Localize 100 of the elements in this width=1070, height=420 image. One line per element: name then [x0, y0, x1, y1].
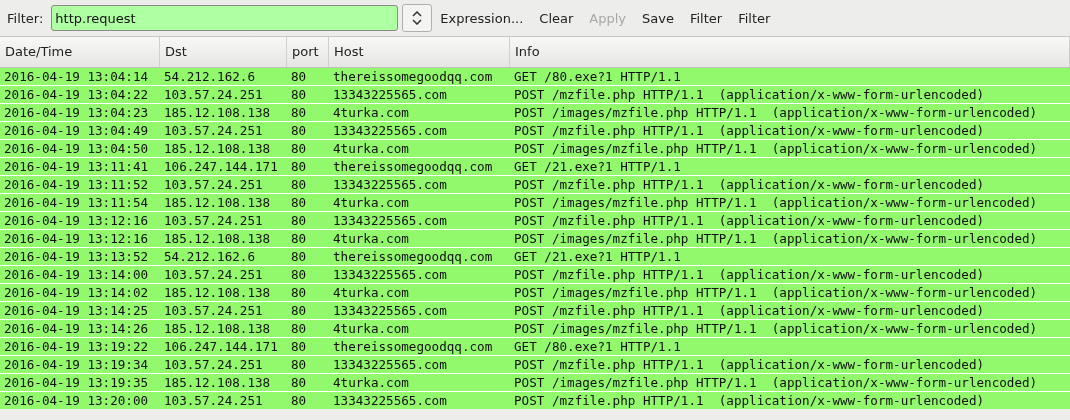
table-cell-text: POST /images/mzfile.php HTTP/1.1 (application/x-www-form-urlencoded) — [513, 284, 1039, 301]
table-cell-text: 185.12.108.138 — [163, 140, 272, 157]
toolbar-button[interactable]: Filter — [681, 6, 731, 30]
table-cell-text: thereissomegoodqq.com — [332, 338, 494, 355]
table-cell-text: 80 — [290, 122, 308, 139]
table-cell-text: 103.57.24.251 — [163, 302, 264, 319]
column-header[interactable]: port — [287, 37, 329, 67]
table-cell-text: 185.12.108.138 — [163, 284, 272, 301]
table-cell-text: 185.12.108.138 — [163, 194, 272, 211]
table-cell-text: GET /80.exe?1 HTTP/1.1 — [513, 68, 682, 85]
table-cell-text: 13343225565.com — [332, 176, 448, 193]
table-cell-text: 80 — [290, 338, 308, 355]
table-cell-text: 13343225565.com — [332, 122, 448, 139]
table-cell-text: thereissomegoodqq.com — [332, 158, 494, 175]
table-cell-text: 2016-04-19 13:20:00 — [3, 392, 150, 409]
table-cell-text: GET /21.exe?1 HTTP/1.1 — [513, 248, 682, 265]
table-row[interactable]: 2016-04-19 13:04:22 103.57.24.251 80 13343225565.com POST /mzfile.php HTTP/1.1 (application/x-www-form-urlencoded) — [0, 86, 1070, 103]
toolbar-button[interactable]: Filter — [730, 6, 779, 30]
table-cell-text: GET /80.exe?1 HTTP/1.1 — [513, 338, 682, 355]
table-cell-text: POST /images/mzfile.php HTTP/1.1 (application/x-www-form-urlencoded) — [513, 320, 1039, 337]
toolbar-button[interactable]: Clear — [531, 6, 582, 30]
table-row[interactable]: 2016-04-19 13:12:16 103.57.24.251 80 13343225565.com POST /mzfile.php HTTP/1.1 (application/x-www-form-urlencoded) — [0, 212, 1070, 229]
table-row[interactable]: 2016-04-19 13:19:35 185.12.108.138 80 4turka.com POST /images/mzfile.php HTTP/1.1 (application/x-www-form-urlencoded) — [0, 374, 1070, 391]
table-row[interactable]: 2016-04-19 13:04:14 54.212.162.6 80 thereissomegoodqq.com GET /80.exe?1 HTTP/1.1 — [0, 68, 1070, 85]
table-row[interactable]: 2016-04-19 13:04:49 103.57.24.251 80 13343225565.com POST /mzfile.php HTTP/1.1 (application/x-www-form-urlencoded) — [0, 122, 1070, 139]
table-cell-text: 2016-04-19 13:14:00 — [3, 266, 150, 283]
table-row[interactable]: 2016-04-19 13:11:54 185.12.108.138 80 4turka.com POST /images/mzfile.php HTTP/1.1 (application/x-www-form-urlencoded) — [0, 194, 1070, 211]
up-down-chevron-icon — [412, 11, 423, 25]
toolbar-button[interactable]: Expression... — [432, 6, 532, 30]
table-cell-text: thereissomegoodqq.com — [332, 68, 494, 85]
table-row[interactable]: 2016-04-19 13:20:00 103.57.24.251 80 13343225565.com POST /mzfile.php HTTP/1.1 (application/x-www-form-urlencoded) — [0, 392, 1070, 409]
table-cell-text: POST /mzfile.php HTTP/1.1 (application/x-www-form-urlencoded) — [513, 176, 986, 193]
table-cell-text: 80 — [290, 230, 308, 247]
table-cell-text: 2016-04-19 13:04:50 — [3, 140, 150, 157]
table-cell-text: 2016-04-19 13:19:22 — [3, 338, 150, 355]
table-cell-text: 185.12.108.138 — [163, 104, 272, 121]
table-cell-text: 80 — [290, 374, 308, 391]
table-cell-text: 185.12.108.138 — [163, 230, 272, 247]
dropdown-button[interactable] — [402, 4, 433, 32]
table-cell-text: 2016-04-19 13:14:02 — [3, 284, 150, 301]
table-cell-text: 80 — [290, 284, 308, 301]
table-cell-text: POST /images/mzfile.php HTTP/1.1 (application/x-www-form-urlencoded) — [513, 104, 1039, 121]
column-header[interactable]: Host — [329, 37, 510, 67]
table-cell-text: POST /images/mzfile.php HTTP/1.1 (application/x-www-form-urlencoded) — [513, 374, 1039, 391]
table-cell-text: 13343225565.com — [332, 356, 448, 373]
table-cell-text: POST /images/mzfile.php HTTP/1.1 (application/x-www-form-urlencoded) — [513, 140, 1039, 157]
table-cell-text: 13343225565.com — [332, 212, 448, 229]
filter-label: Filter: — [7, 10, 44, 26]
table-cell-text: 80 — [290, 104, 308, 121]
table-cell-text: POST /mzfile.php HTTP/1.1 (application/x-www-form-urlencoded) — [513, 266, 986, 283]
table-cell-text: POST /mzfile.php HTTP/1.1 (application/x-www-form-urlencoded) — [513, 122, 986, 139]
table-cell-text: 106.247.144.171 — [163, 338, 279, 355]
table-row[interactable]: 2016-04-19 13:19:34 103.57.24.251 80 13343225565.com POST /mzfile.php HTTP/1.1 (application/x-www-form-urlencoded) — [0, 356, 1070, 373]
column-header[interactable]: Dst — [160, 37, 287, 67]
table-cell-text: POST /images/mzfile.php HTTP/1.1 (application/x-www-form-urlencoded) — [513, 230, 1039, 247]
table-cell-text: POST /images/mzfile.php HTTP/1.1 (application/x-www-form-urlencoded) — [513, 194, 1039, 211]
table-cell-text: 4turka.com — [332, 140, 410, 157]
table-cell-text: 103.57.24.251 — [163, 86, 264, 103]
table-cell-text: 80 — [290, 320, 308, 337]
table-cell-text: 106.247.144.171 — [163, 158, 279, 175]
table-cell-text: 2016-04-19 13:11:52 — [3, 176, 150, 193]
table-cell-text: GET /21.exe?1 HTTP/1.1 — [513, 158, 682, 175]
table-cell-text: 2016-04-19 13:11:41 — [3, 158, 150, 175]
table-cell-text: 4turka.com — [332, 230, 410, 247]
toolbar-button[interactable]: Save — [634, 6, 682, 30]
table-cell-text: 2016-04-19 13:04:22 — [3, 86, 150, 103]
table-cell-text: POST /mzfile.php HTTP/1.1 (application/x-www-form-urlencoded) — [513, 212, 986, 229]
table-row[interactable]: 2016-04-19 13:14:26 185.12.108.138 80 4turka.com POST /images/mzfile.php HTTP/1.1 (application/x-www-form-urlencoded) — [0, 320, 1070, 337]
table-row[interactable]: 2016-04-19 13:11:41 106.247.144.171 80 thereissomegoodqq.com GET /21.exe?1 HTTP/1.1 — [0, 158, 1070, 175]
table-row[interactable]: 2016-04-19 13:14:25 103.57.24.251 80 13343225565.com POST /mzfile.php HTTP/1.1 (application/x-www-form-urlencoded) — [0, 302, 1070, 319]
table-row[interactable]: 2016-04-19 13:13:52 54.212.162.6 80 thereissomegoodqq.com GET /21.exe?1 HTTP/1.1 — [0, 248, 1070, 265]
table-cell-text: 2016-04-19 13:04:23 — [3, 104, 150, 121]
table-cell-text: 13343225565.com — [332, 302, 448, 319]
table-cell-text: 80 — [290, 212, 308, 229]
table-cell-text: 2016-04-19 13:14:25 — [3, 302, 150, 319]
column-header[interactable]: Info — [510, 37, 1070, 67]
table-row[interactable]: 2016-04-19 13:14:02 185.12.108.138 80 4turka.com POST /images/mzfile.php HTTP/1.1 (application/x-www-form-urlencoded) — [0, 284, 1070, 301]
column-header[interactable]: Date/Time — [0, 37, 160, 67]
table-cell-text: 2016-04-19 13:04:14 — [3, 68, 150, 85]
table-cell-text: 2016-04-19 13:12:16 — [3, 212, 150, 229]
table-cell-text: 2016-04-19 13:13:52 — [3, 248, 150, 265]
table-row[interactable]: 2016-04-19 13:19:22 106.247.144.171 80 thereissomegoodqq.com GET /80.exe?1 HTTP/1.1 — [0, 338, 1070, 355]
table-cell-text: 80 — [290, 194, 308, 211]
table-cell-text: 103.57.24.251 — [163, 356, 264, 373]
table-cell-text: 2016-04-19 13:19:34 — [3, 356, 150, 373]
table-row[interactable]: 2016-04-19 13:04:23 185.12.108.138 80 4turka.com POST /images/mzfile.php HTTP/1.1 (application/x-www-form-urlencoded) — [0, 104, 1070, 121]
table-row[interactable]: 2016-04-19 13:14:00 103.57.24.251 80 13343225565.com POST /mzfile.php HTTP/1.1 (application/x-www-form-urlencoded) — [0, 266, 1070, 283]
table-row[interactable]: 2016-04-19 13:04:50 185.12.108.138 80 4turka.com POST /images/mzfile.php HTTP/1.1 (application/x-www-form-urlencoded) — [0, 140, 1070, 157]
table-cell-text: 13343225565.com — [332, 392, 448, 409]
table-cell-text: 80 — [290, 356, 308, 373]
table-row[interactable]: 2016-04-19 13:12:16 185.12.108.138 80 4turka.com POST /images/mzfile.php HTTP/1.1 (application/x-www-form-urlencoded) — [0, 230, 1070, 247]
table-row[interactable]: 2016-04-19 13:11:52 103.57.24.251 80 13343225565.com POST /mzfile.php HTTP/1.1 (application/x-www-form-urlencoded) — [0, 176, 1070, 193]
table-cell-text: 54.212.162.6 — [163, 248, 256, 265]
table-cell-text: 103.57.24.251 — [163, 176, 264, 193]
filter-input[interactable]: http.request — [51, 5, 399, 31]
table-cell-text: thereissomegoodqq.com — [332, 248, 494, 265]
table-cell-text: 80 — [290, 158, 308, 175]
table-cell-text: 4turka.com — [332, 320, 410, 337]
table-cell-text: 103.57.24.251 — [163, 392, 264, 409]
table-cell-text: 4turka.com — [332, 104, 410, 121]
